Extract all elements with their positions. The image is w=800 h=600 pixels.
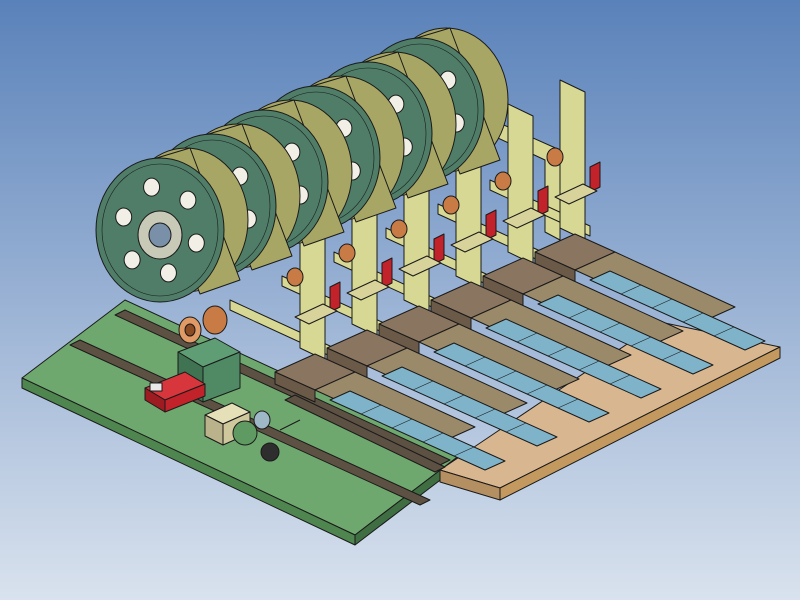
reel-hole	[123, 250, 141, 270]
reel-hole	[187, 233, 205, 253]
reel-hub-core	[148, 222, 172, 248]
red-fitting	[537, 185, 549, 217]
reel-hole	[179, 190, 197, 210]
red-fitting	[589, 161, 601, 193]
copper-connector	[442, 195, 460, 215]
red-fitting	[485, 209, 497, 241]
reel-hole	[159, 263, 177, 283]
frame-column	[507, 103, 534, 265]
assembly-scene	[0, 0, 800, 600]
cad-viewport	[0, 0, 800, 600]
copper-connector	[494, 171, 512, 191]
copper-connector	[286, 267, 304, 287]
copper-connector	[338, 243, 356, 263]
frame-column	[559, 79, 586, 241]
red-fitting	[433, 233, 445, 265]
copper-connector	[546, 147, 564, 167]
copper-connector	[390, 219, 408, 239]
red-fitting	[329, 281, 341, 313]
red-fitting	[381, 257, 393, 289]
reel-hole	[143, 177, 161, 197]
reel-hole	[115, 207, 133, 227]
